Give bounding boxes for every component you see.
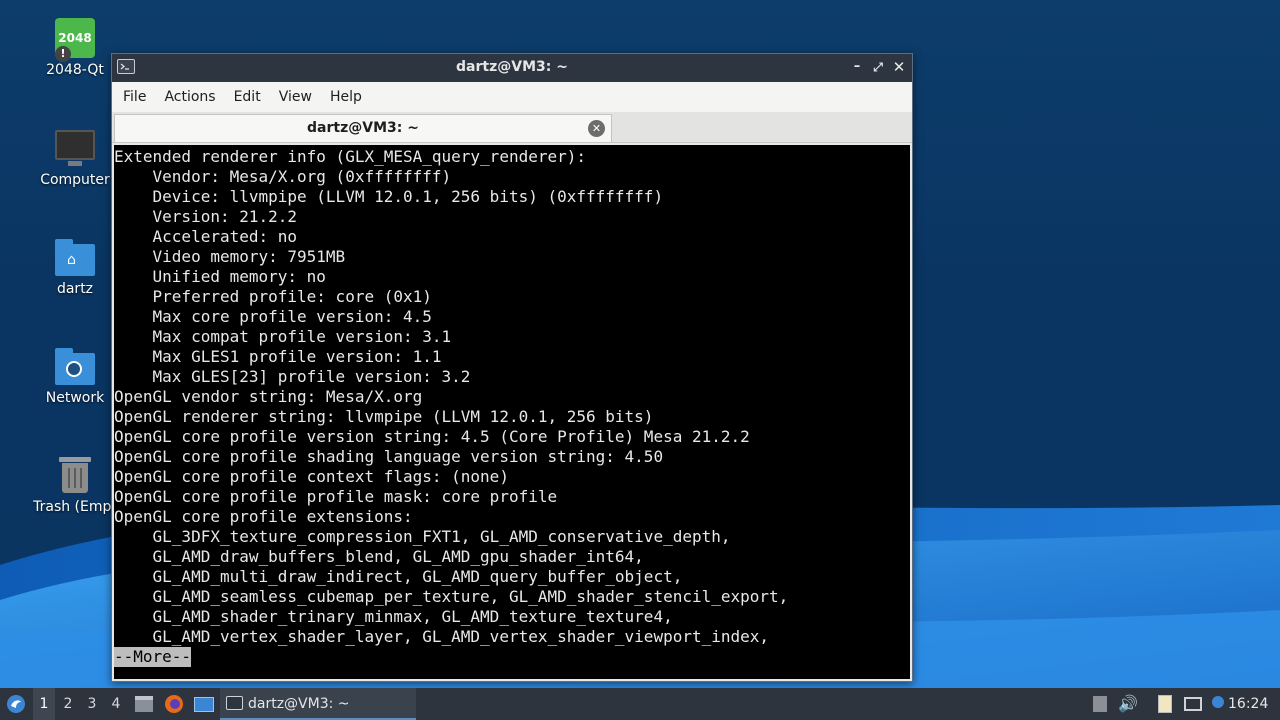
terminal-line: Accelerated: no [114,227,298,246]
desktop-icon-label: Trash (Empt [33,499,117,515]
update-notifier-icon[interactable] [1210,688,1226,720]
terminal-line: Max GLES[23] profile version: 3.2 [114,367,471,386]
terminal-tab[interactable]: dartz@VM3: ~ ✕ [114,114,612,142]
desktop-icon-label: Computer [40,172,110,188]
menu-view[interactable]: View [272,89,319,105]
computer-icon [54,128,96,168]
desktop-icon-trash[interactable]: Trash (Empt [27,455,123,515]
desktop-icon-2048[interactable]: 2048 ! 2048-Qt [27,18,123,78]
terminal-line: OpenGL core profile extensions: [114,507,413,526]
firefox-launcher-icon[interactable] [163,688,185,720]
trash-icon [54,455,96,495]
menu-help[interactable]: Help [323,89,369,105]
desktop-icon-computer[interactable]: Computer [27,128,123,188]
tab-label: dartz@VM3: ~ [307,120,419,136]
desktop-icon-label: 2048-Qt [46,62,104,78]
2048-game-icon: 2048 ! [55,18,95,62]
terminal-line: OpenGL renderer string: llvmpipe (LLVM 1… [114,407,654,426]
workspace-4[interactable]: 4 [105,688,127,720]
menubar: File Actions Edit View Help [112,82,912,112]
desktop-icon-label: dartz [56,281,94,297]
home-folder-icon: ⌂ [54,237,96,277]
close-icon[interactable]: ✕ [890,58,908,76]
warning-badge-icon: ! [55,46,71,62]
desktop-icon-dartz[interactable]: ⌂ dartz [27,237,123,297]
start-menu-icon[interactable] [4,688,28,720]
2048-icon-text: 2048 [58,31,92,45]
terminal-line: Unified memory: no [114,267,326,286]
terminal-line: OpenGL vendor string: Mesa/X.org [114,387,423,406]
terminal-line: Max core profile version: 4.5 [114,307,432,326]
terminal-line: OpenGL core profile context flags: (none… [114,467,509,486]
terminal-line: OpenGL core profile shading language ver… [114,447,664,466]
terminal-line: Video memory: 7951MB [114,247,346,266]
minimize-icon[interactable]: – [848,58,866,76]
terminal-line: GL_AMD_multi_draw_indirect, GL_AMD_query… [114,567,683,586]
terminal-line: OpenGL core profile version string: 4.5 … [114,427,750,446]
clock[interactable]: 16:24 [1228,688,1268,720]
maximize-icon[interactable]: ⤢ [869,58,887,76]
terminal-line: Device: llvmpipe (LLVM 12.0.1, 256 bits)… [114,187,664,206]
terminal-line: Max compat profile version: 3.1 [114,327,452,346]
desktop-icon-label: Network [45,390,105,406]
taskbar: 1 2 3 4 dartz@VM3: ~ 🔊 16:24 [0,688,1280,720]
terminal-line: Vendor: Mesa/X.org (0xffffffff) [114,167,452,186]
terminal-line: GL_AMD_seamless_cubemap_per_texture, GL_… [114,587,789,606]
tray-up-arrow-icon[interactable] [1090,688,1110,720]
menu-edit[interactable]: Edit [227,89,268,105]
terminal-line: GL_3DFX_texture_compression_FXT1, GL_AMD… [114,527,731,546]
terminal-line: GL_AMD_draw_buffers_blend, GL_AMD_gpu_sh… [114,547,644,566]
terminal-line: OpenGL core profile profile mask: core p… [114,487,558,506]
terminal-output[interactable]: Extended renderer info (GLX_MESA_query_r… [114,145,910,679]
terminal-task-icon [226,696,243,710]
volume-icon[interactable]: 🔊 [1118,688,1138,720]
network-folder-icon [54,346,96,386]
terminal-line: --More-- [114,647,910,667]
desktop-icon-network[interactable]: Network [27,346,123,406]
clipboard-icon[interactable] [1155,688,1175,720]
terminal-line: Max GLES1 profile version: 1.1 [114,347,442,366]
menu-file[interactable]: File [116,89,153,105]
workspace-2[interactable]: 2 [57,688,79,720]
network-tray-icon[interactable] [1182,688,1204,720]
window-titlebar[interactable]: dartz@VM3: ~ – ⤢ ✕ [112,54,912,82]
workspace-3[interactable]: 3 [81,688,103,720]
menu-actions[interactable]: Actions [157,89,222,105]
tab-close-icon[interactable]: ✕ [588,120,605,137]
desktop-launcher-icon[interactable] [193,688,215,720]
workspace-1[interactable]: 1 [33,688,55,720]
terminal-line: Extended renderer info (GLX_MESA_query_r… [114,147,587,166]
terminal-line: GL_AMD_vertex_shader_layer, GL_AMD_verte… [114,627,770,646]
terminal-line: Preferred profile: core (0x1) [114,287,432,306]
terminal-line: Version: 21.2.2 [114,207,298,226]
taskbar-task-terminal[interactable]: dartz@VM3: ~ [220,688,416,720]
window-title: dartz@VM3: ~ [456,59,568,75]
tab-bar: dartz@VM3: ~ ✕ [112,112,912,143]
terminal-window[interactable]: dartz@VM3: ~ – ⤢ ✕ File Actions Edit Vie… [111,53,913,682]
terminal-line: GL_AMD_shader_trinary_minmax, GL_AMD_tex… [114,607,673,626]
file-manager-launcher-icon[interactable] [134,688,154,720]
task-label: dartz@VM3: ~ [248,696,350,712]
pager-more-prompt: --More-- [114,647,192,667]
